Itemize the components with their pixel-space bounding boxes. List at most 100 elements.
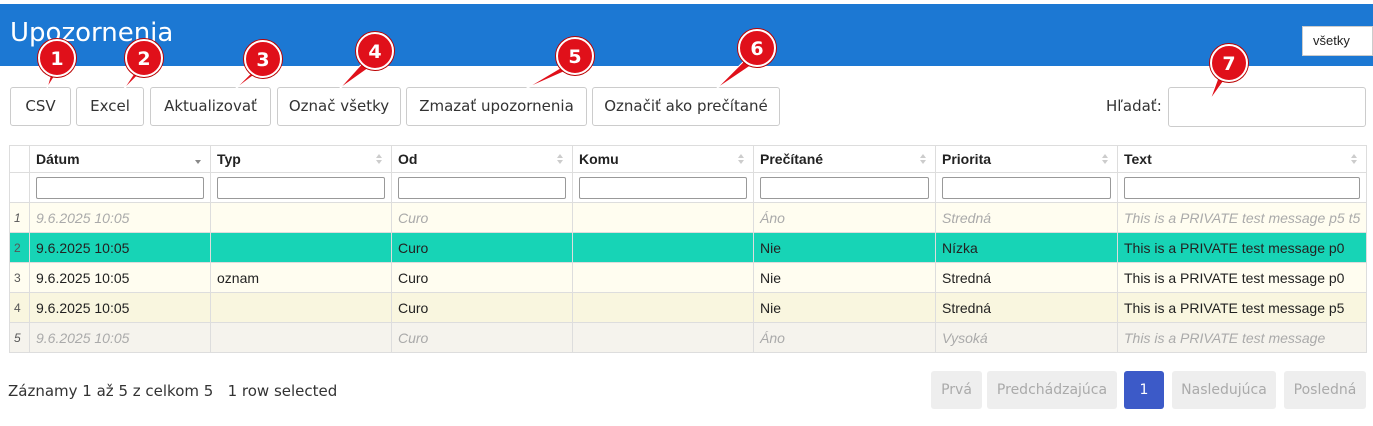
pagination-page-1[interactable]: 1 — [1124, 371, 1164, 409]
cell-text: This is a PRIVATE test message p5 — [1116, 292, 1368, 323]
filter-cell — [391, 172, 573, 203]
table-row[interactable]: 1 9.6.2025 10:05 Curo Áno Stredná This i… — [9, 202, 1368, 233]
cell-from: Curo — [391, 262, 573, 293]
annotation-marker-7: 7 — [1210, 44, 1248, 82]
row-index: 5 — [9, 322, 30, 353]
sort-icon — [920, 154, 927, 165]
filter-cell — [1116, 172, 1368, 203]
filter-from-input[interactable] — [398, 176, 566, 199]
excel-button[interactable]: Excel — [76, 87, 144, 126]
filter-priority-input[interactable] — [942, 176, 1111, 199]
sort-icon — [376, 154, 383, 165]
cell-read: Áno — [753, 322, 936, 353]
sort-desc-icon — [195, 154, 202, 165]
cell-date: 9.6.2025 10:05 — [29, 322, 211, 353]
cell-from: Curo — [391, 292, 573, 323]
filter-cell — [753, 172, 936, 203]
cell-date: 9.6.2025 10:05 — [29, 292, 211, 323]
table-info: Záznamy 1 až 5 z celkom 5 1 row selected — [8, 382, 337, 400]
cell-from: Curo — [391, 202, 573, 233]
column-header-date[interactable]: Dátum — [29, 145, 211, 173]
cell-priority: Stredná — [935, 202, 1118, 233]
sort-icon — [557, 154, 564, 165]
cell-priority: Nízka — [935, 232, 1118, 263]
filter-text-input[interactable] — [1124, 176, 1361, 199]
column-header-index — [9, 145, 30, 173]
notifications-table: Dátum Typ Od Komu Prečítané Priorita Tex… — [9, 145, 1368, 353]
search-label: Hľadať: — [1106, 97, 1162, 115]
sort-icon — [738, 154, 745, 165]
pagination-first[interactable]: Prvá — [931, 371, 982, 409]
row-index: 2 — [9, 232, 30, 263]
cell-read: Nie — [753, 292, 936, 323]
delete-notifications-button[interactable]: Zmazať upozornenia — [406, 87, 587, 126]
annotation-marker-4: 4 — [356, 32, 394, 70]
cell-type — [210, 292, 392, 323]
cell-priority: Stredná — [935, 262, 1118, 293]
column-header-type[interactable]: Typ — [210, 145, 392, 173]
records-info: Záznamy 1 až 5 z celkom 5 — [8, 382, 214, 400]
cell-to — [572, 262, 754, 293]
cell-to — [572, 322, 754, 353]
filter-select[interactable]: všetky — [1302, 26, 1373, 56]
page-header: Upozornenia všetky — [0, 4, 1373, 66]
cell-text: This is a PRIVATE test message p0 — [1116, 232, 1368, 263]
column-header-text[interactable]: Text — [1116, 145, 1368, 173]
cell-to — [572, 292, 754, 323]
sort-icon — [1351, 154, 1358, 165]
csv-button[interactable]: CSV — [10, 87, 71, 126]
pagination-next[interactable]: Nasledujúca — [1172, 371, 1276, 409]
annotation-marker-3: 3 — [244, 40, 282, 78]
column-header-priority[interactable]: Priorita — [935, 145, 1118, 173]
sort-icon — [1102, 154, 1109, 165]
filter-read-input[interactable] — [760, 176, 929, 199]
filter-date-input[interactable] — [36, 176, 204, 199]
filter-cell — [210, 172, 392, 203]
cell-date: 9.6.2025 10:05 — [29, 262, 211, 293]
row-index: 3 — [9, 262, 30, 293]
cell-text: This is a PRIVATE test message — [1116, 322, 1368, 353]
row-index: 4 — [9, 292, 30, 323]
column-header-from[interactable]: Od — [391, 145, 573, 173]
table-row-selected[interactable]: 2 9.6.2025 10:05 Curo Nie Nízka This is … — [9, 232, 1368, 263]
pagination-last[interactable]: Posledná — [1284, 371, 1366, 409]
column-header-read[interactable]: Prečítané — [753, 145, 936, 173]
select-all-button[interactable]: Označ všetky — [277, 87, 401, 126]
filter-to-input[interactable] — [579, 176, 747, 199]
filter-cell — [572, 172, 754, 203]
table-row[interactable]: 5 9.6.2025 10:05 Curo Áno Vysoká This is… — [9, 322, 1368, 353]
cell-from: Curo — [391, 232, 573, 263]
cell-type — [210, 202, 392, 233]
cell-to — [572, 202, 754, 233]
filter-cell — [29, 172, 211, 203]
filter-row — [9, 172, 1368, 203]
refresh-button[interactable]: Aktualizovať — [150, 87, 271, 126]
filter-type-input[interactable] — [217, 176, 385, 199]
pagination-previous[interactable]: Predchádzajúca — [987, 371, 1117, 409]
cell-read: Áno — [753, 202, 936, 233]
table-header-row: Dátum Typ Od Komu Prečítané Priorita Tex… — [9, 145, 1368, 173]
column-header-to[interactable]: Komu — [572, 145, 754, 173]
column-label: Priorita — [942, 151, 992, 167]
mark-as-read-button[interactable]: Označiť ako prečítané — [592, 87, 780, 126]
cell-read: Nie — [753, 262, 936, 293]
cell-to — [572, 232, 754, 263]
cell-read: Nie — [753, 232, 936, 263]
annotation-marker-6: 6 — [738, 29, 776, 67]
search-input[interactable] — [1168, 87, 1366, 127]
table-row[interactable]: 4 9.6.2025 10:05 Curo Nie Stredná This i… — [9, 292, 1368, 323]
column-label: Komu — [579, 151, 619, 167]
cell-text: This is a PRIVATE test message p0 — [1116, 262, 1368, 293]
annotation-marker-2: 2 — [125, 39, 163, 77]
cell-type — [210, 232, 392, 263]
column-label: Od — [398, 151, 418, 167]
filter-cell — [935, 172, 1118, 203]
cell-type: oznam — [210, 262, 392, 293]
row-index: 1 — [9, 202, 30, 233]
annotation-marker-5: 5 — [556, 37, 594, 75]
column-label: Text — [1124, 151, 1152, 167]
cell-date: 9.6.2025 10:05 — [29, 202, 211, 233]
table-row[interactable]: 3 9.6.2025 10:05 oznam Curo Nie Stredná … — [9, 262, 1368, 293]
cell-date: 9.6.2025 10:05 — [29, 232, 211, 263]
selected-info: 1 row selected — [227, 382, 338, 400]
